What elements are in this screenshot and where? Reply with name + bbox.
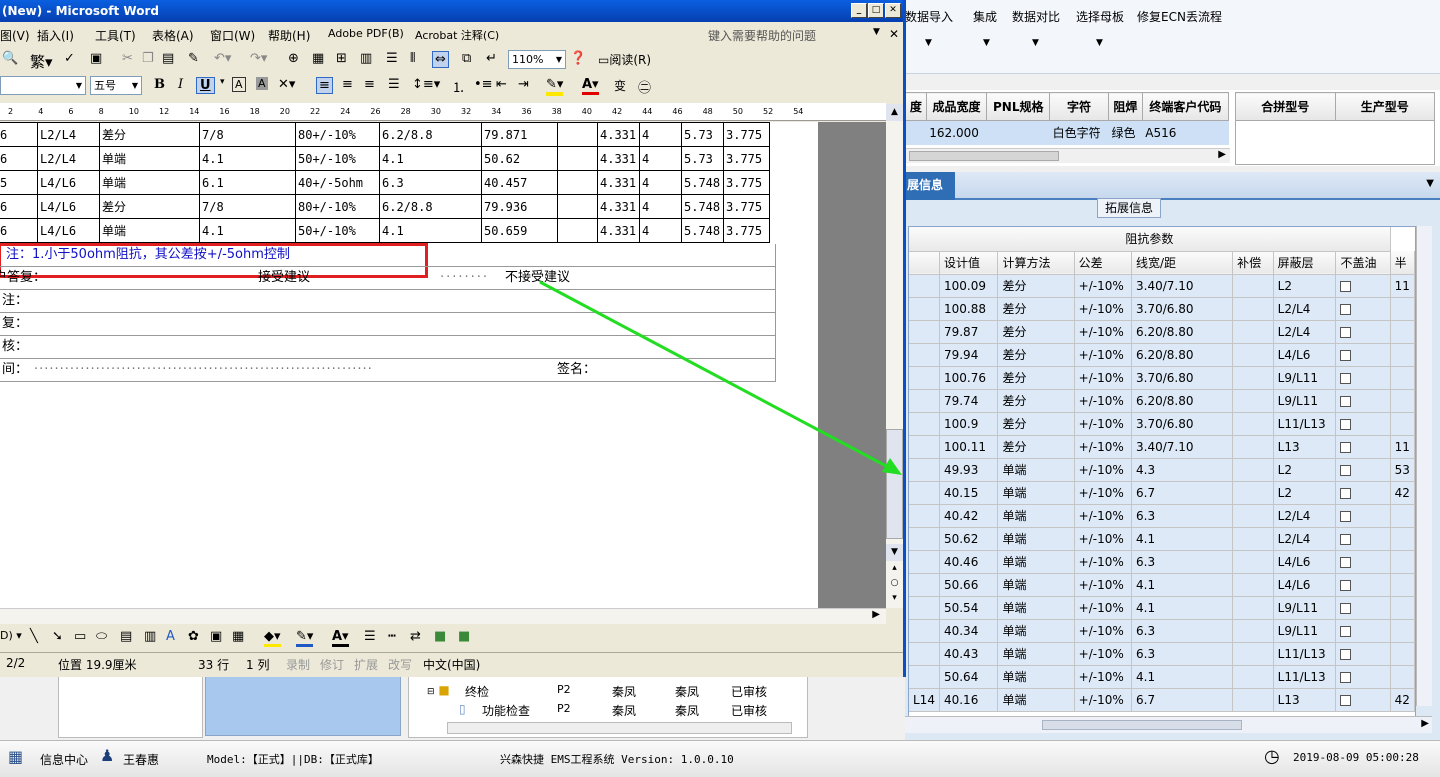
annotation-arrow: [539, 280, 902, 475]
